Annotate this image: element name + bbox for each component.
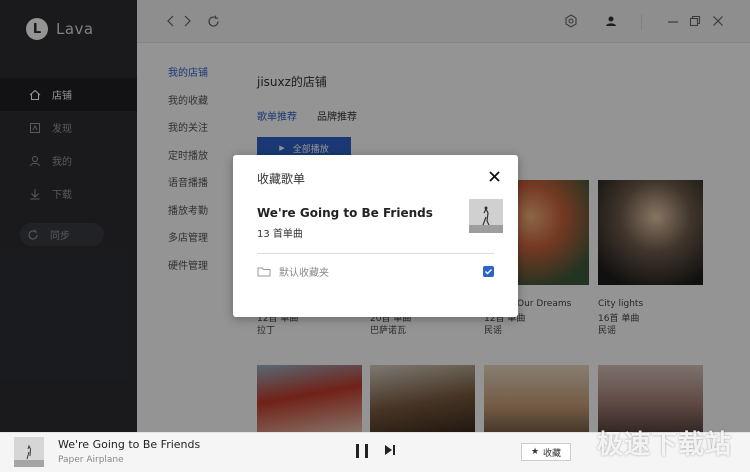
pause-button[interactable] xyxy=(356,444,368,458)
favorite-label: 收藏 xyxy=(543,448,562,459)
next-button[interactable] xyxy=(384,444,396,459)
dialog-song-count: 13 首单曲 xyxy=(257,229,303,240)
close-icon[interactable] xyxy=(489,168,500,186)
pause-icon-bar xyxy=(365,444,368,458)
now-playing-title: We're Going to Be Friends xyxy=(58,438,201,451)
next-icon xyxy=(385,445,395,455)
folder-label: 默认收藏夹 xyxy=(279,267,329,279)
favorite-button[interactable]: ★ 收藏 xyxy=(521,443,571,461)
folder-option-default[interactable]: 默认收藏夹 xyxy=(257,263,494,279)
folder-checkbox[interactable] xyxy=(483,265,494,277)
star-icon: ★ xyxy=(530,447,540,457)
save-playlist-dialog: 收藏歌单 We're Going to Be Friends 13 首单曲 默认… xyxy=(233,155,518,317)
dialog-title: 收藏歌单 xyxy=(257,172,306,186)
folder-icon xyxy=(257,266,271,277)
song-thumbnail xyxy=(469,199,503,233)
dialog-divider xyxy=(257,253,494,254)
now-playing-thumbnail[interactable] xyxy=(14,437,44,467)
watermark: 极速下载站 xyxy=(596,430,732,460)
dialog-song-title: We're Going to Be Friends xyxy=(257,206,433,220)
now-playing-artist: Paper Airplane xyxy=(58,455,124,465)
pause-icon-bar xyxy=(356,444,359,458)
